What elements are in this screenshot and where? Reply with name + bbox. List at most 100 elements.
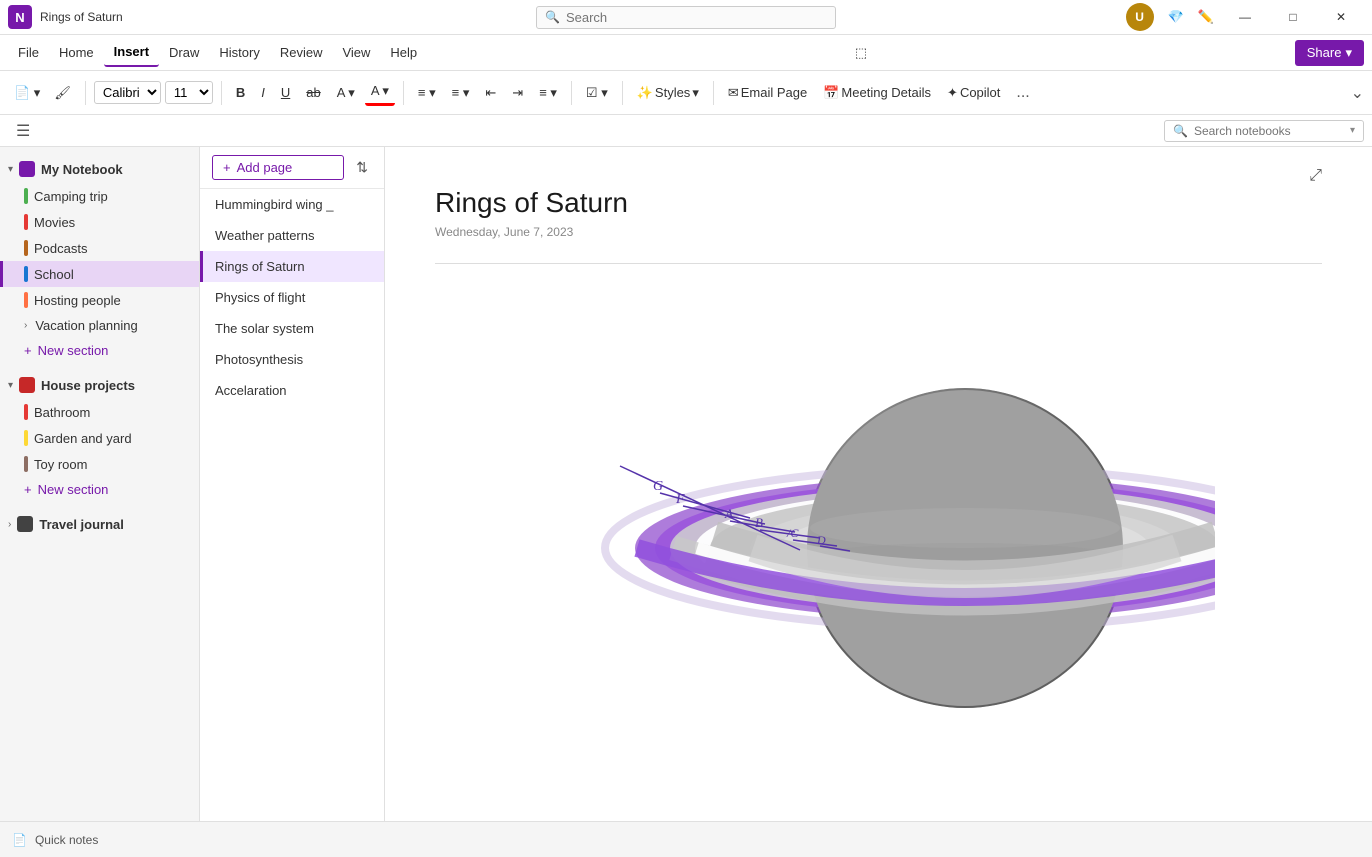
sidebar-item-bathroom[interactable]: Bathroom	[0, 399, 199, 425]
add-page-label: Add page	[237, 160, 293, 175]
sort-pages-button[interactable]: ⇅	[352, 155, 372, 180]
page-item-physics[interactable]: Physics of flight	[200, 282, 384, 313]
menu-history[interactable]: History	[209, 39, 269, 66]
notebook-travel-journal[interactable]: › Travel journal	[0, 510, 199, 538]
align-button[interactable]: ≡ ▾	[533, 81, 563, 105]
chevron-house-projects: ▾	[8, 380, 13, 391]
title-search[interactable]: 🔍	[536, 6, 836, 29]
sidebar-item-movies[interactable]: Movies	[0, 209, 199, 235]
add-page-button[interactable]: + Add page	[212, 155, 344, 180]
sidebar-label-bathroom: Bathroom	[34, 405, 90, 420]
sidebar-item-hosting-people[interactable]: Hosting people	[0, 287, 199, 313]
plus-icon-2: +	[24, 482, 32, 497]
meeting-details-button[interactable]: 📅 Meeting Details	[817, 81, 937, 105]
new-page-btn[interactable]: 📄 ▾	[8, 81, 46, 105]
format-painter-btn[interactable]: 🖌	[48, 81, 77, 105]
numbering-button[interactable]: ≡ ▾	[446, 81, 476, 105]
pages-header: + Add page ⇅	[200, 147, 384, 189]
quick-notes-icon: 📄	[12, 833, 27, 847]
page-title[interactable]: Rings of Saturn	[435, 187, 1322, 219]
highlight-button[interactable]: A ▾	[331, 81, 361, 105]
new-section-my-notebook[interactable]: + New section	[0, 338, 199, 363]
menu-help[interactable]: Help	[380, 39, 427, 66]
styles-button[interactable]: ✨ Styles ▾	[631, 81, 705, 105]
menu-review[interactable]: Review	[270, 39, 333, 66]
saturn-diagram[interactable]: G F A B /C D Enke division Cassini di	[435, 288, 1215, 778]
page-item-weather[interactable]: Weather patterns	[200, 220, 384, 251]
page-item-photosynthesis[interactable]: Photosynthesis	[200, 344, 384, 375]
new-section-house-projects[interactable]: + New section	[0, 477, 199, 502]
pen-icon[interactable]: ✏️	[1192, 5, 1220, 29]
notebook-label-house-projects: House projects	[41, 378, 135, 393]
hamburger-button[interactable]: ☰	[8, 117, 38, 145]
indent-decrease-button[interactable]: ⇤	[479, 81, 502, 105]
sidebar-label-garden: Garden and yard	[34, 431, 132, 446]
bold-button[interactable]: B	[230, 81, 251, 104]
sidebar: ▾ My Notebook Camping trip Movies Podcas…	[0, 147, 200, 857]
copilot-button[interactable]: ✦ Copilot	[941, 81, 1006, 105]
window-controls: U 💎 ✏️ — □ ✕	[1126, 0, 1364, 35]
toolbar: 📄 ▾ 🖌 Calibri 11 B I U ab A ▾ A ▾ ≡ ▾ ≡ …	[0, 71, 1372, 115]
svg-text:B: B	[755, 515, 763, 530]
chevron-my-notebook: ▾	[8, 164, 13, 175]
font-color-button[interactable]: A ▾	[365, 79, 395, 106]
menu-insert[interactable]: Insert	[104, 38, 159, 67]
expand-button[interactable]: ⤢	[1309, 167, 1322, 185]
toolbar-collapse-button[interactable]: ⌄	[1351, 83, 1364, 103]
more-tools-button[interactable]: ...	[1010, 80, 1035, 106]
menubar: File Home Insert Draw History Review Vie…	[0, 35, 1372, 71]
sidebar-item-garden[interactable]: Garden and yard	[0, 425, 199, 451]
toolbar-sep-3	[403, 81, 404, 105]
sidebar-label-movies: Movies	[34, 215, 75, 230]
sidebar-label-podcasts: Podcasts	[34, 241, 87, 256]
menu-draw[interactable]: Draw	[159, 39, 209, 66]
color-bar-school	[24, 266, 28, 282]
toolbar-sep-2	[221, 81, 222, 105]
svg-text:/C: /C	[786, 526, 799, 540]
page-item-rings-of-saturn[interactable]: Rings of Saturn	[200, 251, 384, 282]
plus-icon-page: +	[223, 160, 231, 175]
color-bar-garden	[24, 430, 28, 446]
sidebar-item-school[interactable]: School	[0, 261, 199, 287]
color-bar-hosting	[24, 292, 28, 308]
notebook-search[interactable]: 🔍 ▾	[1164, 120, 1364, 142]
share-button[interactable]: Share ▾	[1295, 40, 1364, 66]
bullets-button[interactable]: ≡ ▾	[412, 81, 442, 105]
page-item-accelaration[interactable]: Accelaration	[200, 375, 384, 406]
checkbox-button[interactable]: ☑ ▾	[580, 81, 614, 105]
email-page-button[interactable]: ✉ Email Page	[722, 81, 813, 105]
sidebar-item-camping-trip[interactable]: Camping trip	[0, 183, 199, 209]
avatar[interactable]: U	[1126, 3, 1154, 31]
title-search-input[interactable]	[566, 10, 766, 25]
sidebar-item-podcasts[interactable]: Podcasts	[0, 235, 199, 261]
strikethrough-button[interactable]: ab	[300, 81, 326, 104]
content-area: ⤢ Rings of Saturn Wednesday, June 7, 202…	[385, 147, 1372, 857]
notebook-search-input[interactable]	[1194, 124, 1344, 138]
close-button[interactable]: ✕	[1318, 0, 1364, 35]
chevron-down-icon-nb: ▾	[1350, 125, 1355, 136]
underline-button[interactable]: U	[275, 81, 296, 104]
sidebar-item-toy-room[interactable]: Toy room	[0, 451, 199, 477]
page-item-solar-system[interactable]: The solar system	[200, 313, 384, 344]
menu-file[interactable]: File	[8, 39, 49, 66]
sidebar-item-vacation-planning[interactable]: › Vacation planning	[0, 313, 199, 338]
toolbar-sep-4	[571, 81, 572, 105]
font-size-select[interactable]: 11	[165, 81, 213, 104]
share-label: Share	[1307, 45, 1342, 60]
notebook-view-toggle[interactable]: ⬚	[849, 41, 873, 65]
page-item-hummingbird[interactable]: Hummingbird wing _	[200, 189, 384, 220]
page-divider	[435, 263, 1322, 264]
app-title: Rings of Saturn	[40, 10, 123, 24]
sidebar-label-school: School	[34, 267, 74, 282]
notebook-house-projects[interactable]: ▾ House projects	[0, 371, 199, 399]
gem-icon[interactable]: 💎	[1162, 5, 1190, 29]
minimize-button[interactable]: —	[1222, 0, 1268, 35]
maximize-button[interactable]: □	[1270, 0, 1316, 35]
italic-button[interactable]: I	[255, 81, 271, 104]
menu-home[interactable]: Home	[49, 39, 104, 66]
notebook-my-notebook[interactable]: ▾ My Notebook	[0, 155, 199, 183]
indent-increase-button[interactable]: ⇥	[506, 81, 529, 105]
font-family-select[interactable]: Calibri	[94, 81, 161, 104]
quick-notes-bar[interactable]: 📄 Quick notes	[0, 821, 1372, 857]
menu-view[interactable]: View	[332, 39, 380, 66]
